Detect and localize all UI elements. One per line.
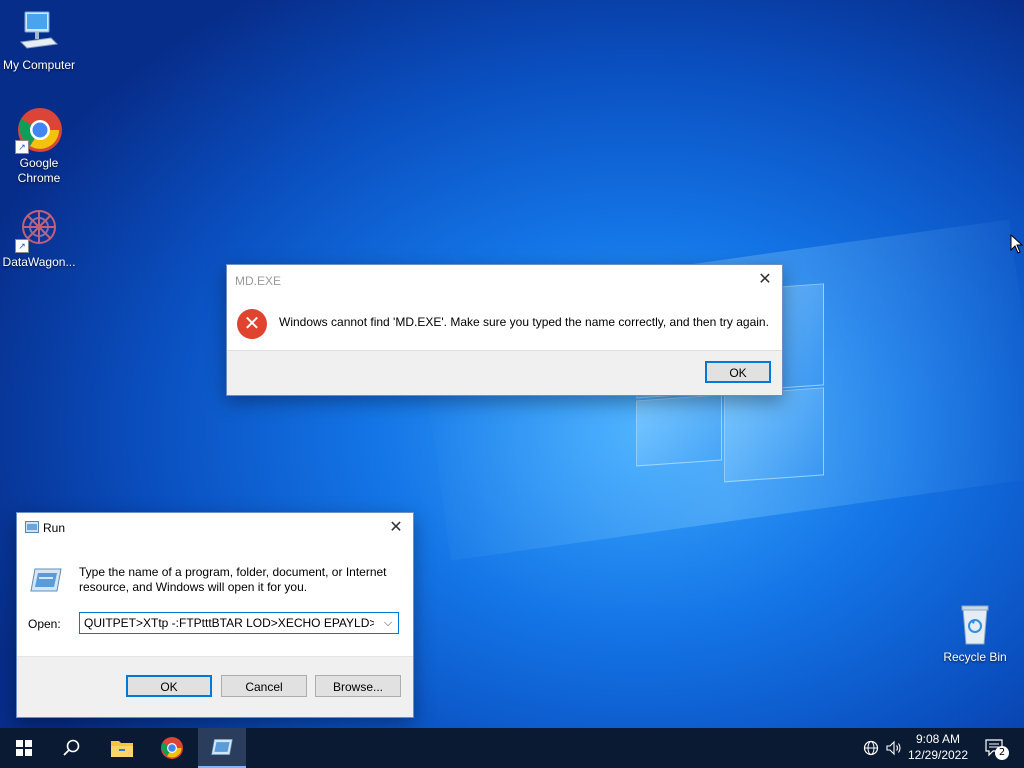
run-dialog-title: Run (43, 521, 66, 535)
clock-time: 9:08 AM (915, 732, 961, 746)
error-dialog-titlebar[interactable]: MD.EXE ✕ (227, 265, 782, 295)
desktop-icon-google-chrome[interactable]: ↗ Google Chrome (0, 106, 78, 186)
run-icon (25, 521, 39, 533)
taskbar-run[interactable] (198, 728, 246, 768)
taskbar-file-explorer[interactable] (98, 728, 146, 768)
mouse-cursor-icon (1010, 234, 1024, 254)
run-browse-button[interactable]: Browse... (315, 675, 401, 697)
chevron-down-icon[interactable]: ⌵ (381, 615, 395, 631)
desktop-icon-label: DataWagon... (2, 255, 76, 269)
network-button[interactable] (860, 728, 882, 768)
run-dialog-titlebar[interactable]: Run ✕ (17, 513, 413, 543)
desktop-icon-label: Google Chrome (17, 156, 61, 185)
run-dialog-footer: OK Cancel Browse... (17, 656, 413, 717)
chrome-icon (161, 737, 183, 759)
notification-center-button[interactable]: 2 (980, 728, 1010, 768)
start-icon (16, 740, 32, 756)
start-button[interactable] (0, 728, 48, 768)
clock[interactable]: 9:08 AM 12/29/2022 (898, 731, 978, 763)
notification-count-badge: 2 (995, 746, 1009, 760)
logo-pane (636, 394, 722, 467)
run-ok-button[interactable]: OK (126, 675, 212, 697)
close-icon[interactable]: ✕ (385, 517, 407, 539)
run-dialog: Run ✕ Type the name of a program, folder… (16, 512, 414, 718)
run-cancel-button[interactable]: Cancel (221, 675, 307, 697)
clock-date: 12/29/2022 (907, 748, 969, 762)
error-icon: ✕ (237, 309, 267, 339)
search-button[interactable] (48, 728, 96, 768)
globe-icon (863, 740, 879, 756)
open-input[interactable] (84, 615, 374, 631)
taskbar: 9:08 AM 12/29/2022 2 (0, 728, 1024, 768)
shortcut-arrow-icon: ↗ (15, 239, 29, 253)
run-icon (211, 739, 233, 755)
desktop-icon-my-computer[interactable]: My Computer (0, 8, 78, 73)
error-ok-button[interactable]: OK (705, 361, 771, 383)
file-explorer-icon (111, 741, 133, 757)
error-dialog-title: MD.EXE (235, 274, 282, 288)
chrome-icon: ↗ (15, 106, 63, 154)
computer-icon (15, 8, 63, 56)
desktop-icon-label: My Computer (2, 58, 76, 72)
desktop-icon-recycle-bin[interactable]: Recycle Bin (936, 600, 1014, 665)
error-message: Windows cannot find 'MD.EXE'. Make sure … (279, 315, 769, 329)
open-label: Open: (28, 617, 61, 631)
desktop-icon-label: Recycle Bin (943, 650, 1007, 664)
datawagon-icon: ↗ (15, 205, 63, 253)
run-program-icon (30, 568, 62, 592)
shortcut-arrow-icon: ↗ (15, 140, 29, 154)
open-combobox[interactable]: ⌵ (79, 612, 399, 634)
run-description: Type the name of a program, folder, docu… (79, 565, 387, 594)
error-dialog: MD.EXE ✕ ✕ Windows cannot find 'MD.EXE'.… (226, 264, 783, 396)
close-icon[interactable]: ✕ (754, 269, 776, 291)
search-icon (63, 739, 80, 756)
desktop-icon-datawagon[interactable]: ↗ DataWagon... (0, 205, 78, 270)
recycle-bin-icon (951, 600, 999, 648)
taskbar-chrome[interactable] (148, 728, 196, 768)
logo-pane (724, 387, 824, 483)
error-dialog-footer: OK (227, 350, 782, 395)
